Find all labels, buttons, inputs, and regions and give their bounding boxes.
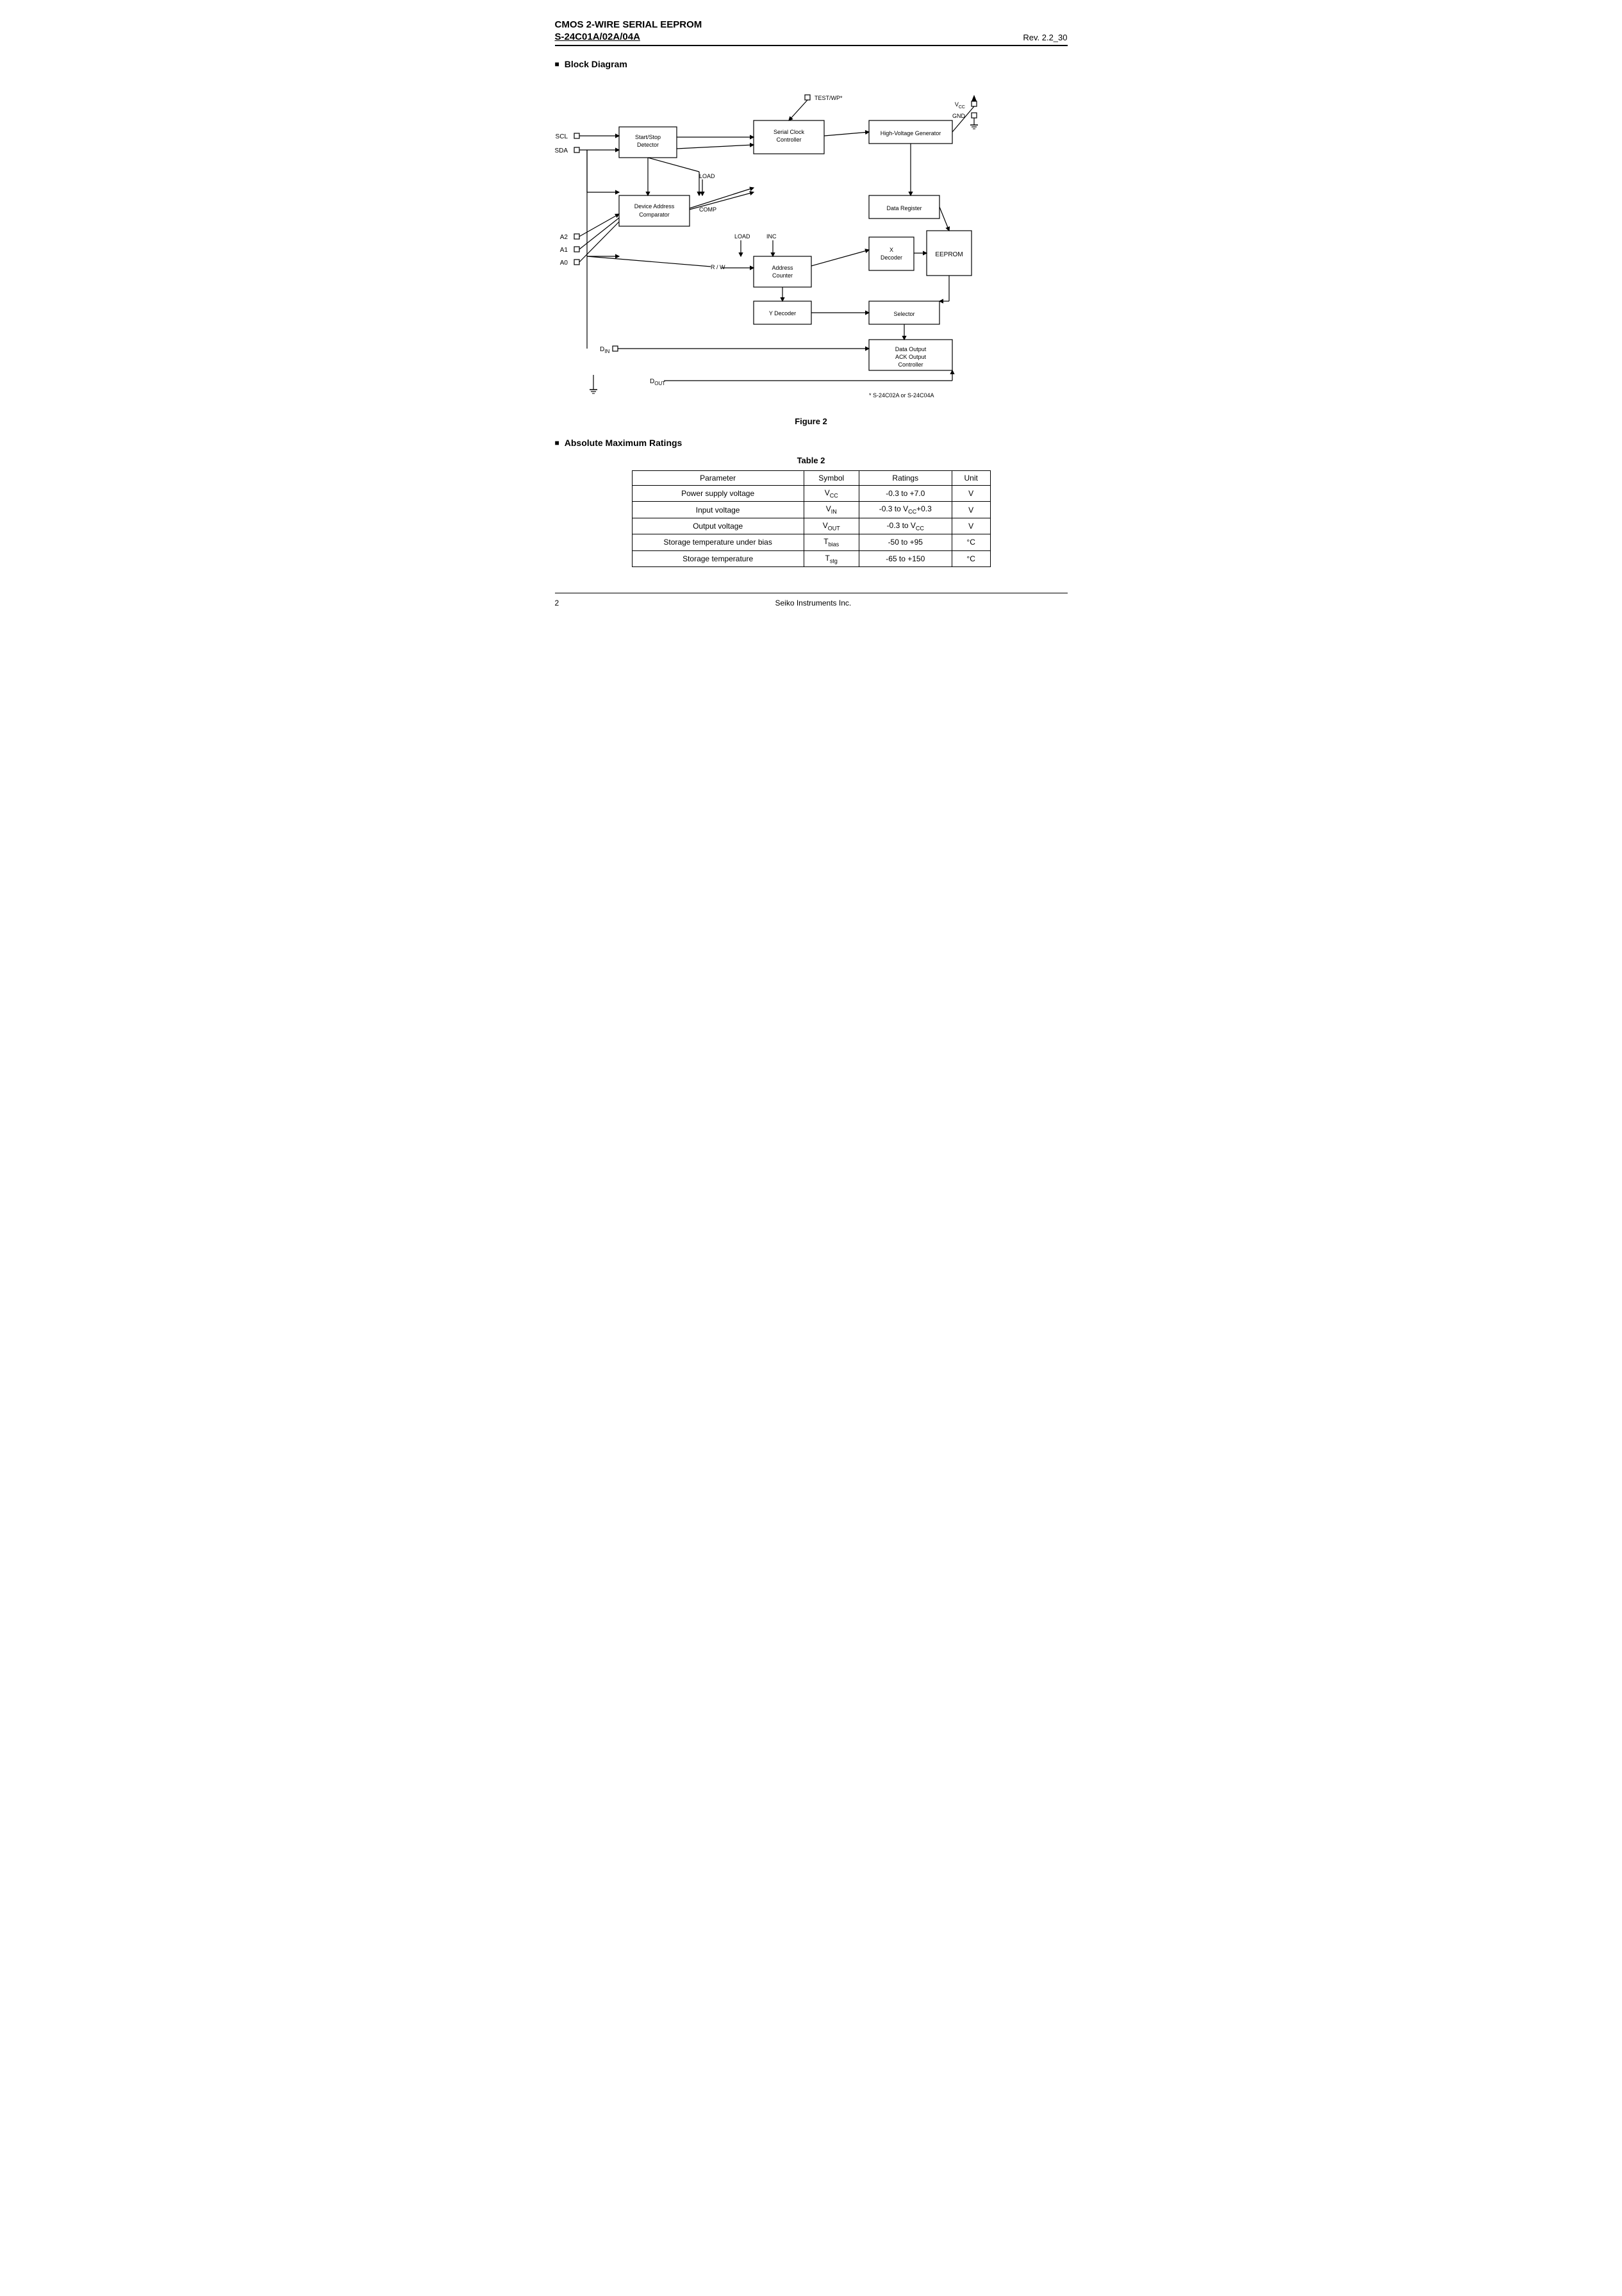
svg-text:Y Decoder: Y Decoder: [768, 310, 795, 317]
col-symbol: Symbol: [804, 471, 859, 486]
revision-label: Rev. 2.2_30: [1023, 33, 1067, 42]
document-title: CMOS 2-WIRE SERIAL EEPROM: [555, 19, 702, 30]
svg-text:INC: INC: [766, 233, 777, 240]
svg-text:VCC: VCC: [954, 101, 964, 110]
table-row: Power supply voltage VCC -0.3 to +7.0 V: [632, 486, 990, 502]
svg-text:R / W: R / W: [711, 264, 725, 270]
document-subtitle: S-24C01A/02A/04A: [555, 31, 702, 42]
svg-text:Device Address: Device Address: [634, 203, 674, 210]
svg-text:Serial Clock: Serial Clock: [773, 129, 804, 135]
svg-text:GND: GND: [952, 113, 966, 119]
svg-text:X: X: [889, 247, 893, 253]
block-diagram-container: SCL SDA Start/Stop Detector Serial Clock…: [555, 77, 1068, 410]
page-header: CMOS 2-WIRE SERIAL EEPROM S-24C01A/02A/0…: [555, 19, 1068, 46]
svg-text:Controller: Controller: [898, 361, 923, 368]
company-name: Seiko Instruments Inc.: [775, 599, 851, 607]
svg-text:A0: A0: [559, 260, 568, 267]
svg-text:EEPROM: EEPROM: [935, 251, 963, 258]
block-diagram-heading: Block Diagram: [555, 59, 1068, 69]
svg-text:Data Output: Data Output: [895, 346, 926, 352]
svg-text:A1: A1: [559, 247, 568, 254]
svg-text:LOAD: LOAD: [734, 233, 750, 240]
col-ratings: Ratings: [859, 471, 952, 486]
ratings-table: Parameter Symbol Ratings Unit Power supp…: [632, 470, 991, 567]
svg-text:Address: Address: [772, 265, 793, 271]
table-row: Storage temperature under bias Tbias -50…: [632, 534, 990, 550]
svg-text:TEST/WP*: TEST/WP*: [815, 95, 843, 101]
ratings-heading: Absolute Maximum Ratings: [555, 438, 1068, 448]
svg-text:Data Register: Data Register: [886, 205, 922, 211]
svg-text:Controller: Controller: [776, 136, 801, 143]
svg-text:Counter: Counter: [772, 272, 792, 279]
table-label: Table 2: [555, 456, 1068, 465]
col-unit: Unit: [952, 471, 990, 486]
table-row: Input voltage VIN -0.3 to VCC+0.3 V: [632, 502, 990, 518]
svg-text:ACK Output: ACK Output: [895, 354, 926, 360]
svg-text:SCL: SCL: [555, 133, 568, 140]
svg-text:LOAD: LOAD: [699, 173, 715, 179]
svg-text:* S-24C02A or S-24C04A: * S-24C02A or S-24C04A: [869, 392, 934, 399]
svg-text:Decoder: Decoder: [880, 254, 902, 261]
svg-text:Selector: Selector: [893, 311, 914, 317]
svg-text:Start/Stop: Start/Stop: [634, 134, 660, 140]
table-row: Output voltage VOUT -0.3 to VCC V: [632, 518, 990, 534]
block-diagram-svg: SCL SDA Start/Stop Detector Serial Clock…: [555, 77, 1068, 410]
svg-text:DOUT: DOUT: [650, 378, 665, 386]
table-row: Storage temperature Tstg -65 to +150 °C: [632, 550, 990, 566]
page-number: 2: [555, 599, 559, 607]
svg-text:High-Voltage Generator: High-Voltage Generator: [880, 130, 941, 136]
svg-text:SDA: SDA: [555, 147, 568, 154]
svg-text:A2: A2: [559, 234, 568, 241]
svg-text:Detector: Detector: [636, 142, 658, 148]
figure-label: Figure 2: [555, 417, 1068, 426]
svg-text:DIN: DIN: [600, 346, 609, 354]
col-parameter: Parameter: [632, 471, 804, 486]
svg-text:Comparator: Comparator: [639, 211, 670, 218]
page-footer: 2 Seiko Instruments Inc.: [555, 593, 1068, 607]
svg-text:COMP: COMP: [699, 206, 716, 213]
